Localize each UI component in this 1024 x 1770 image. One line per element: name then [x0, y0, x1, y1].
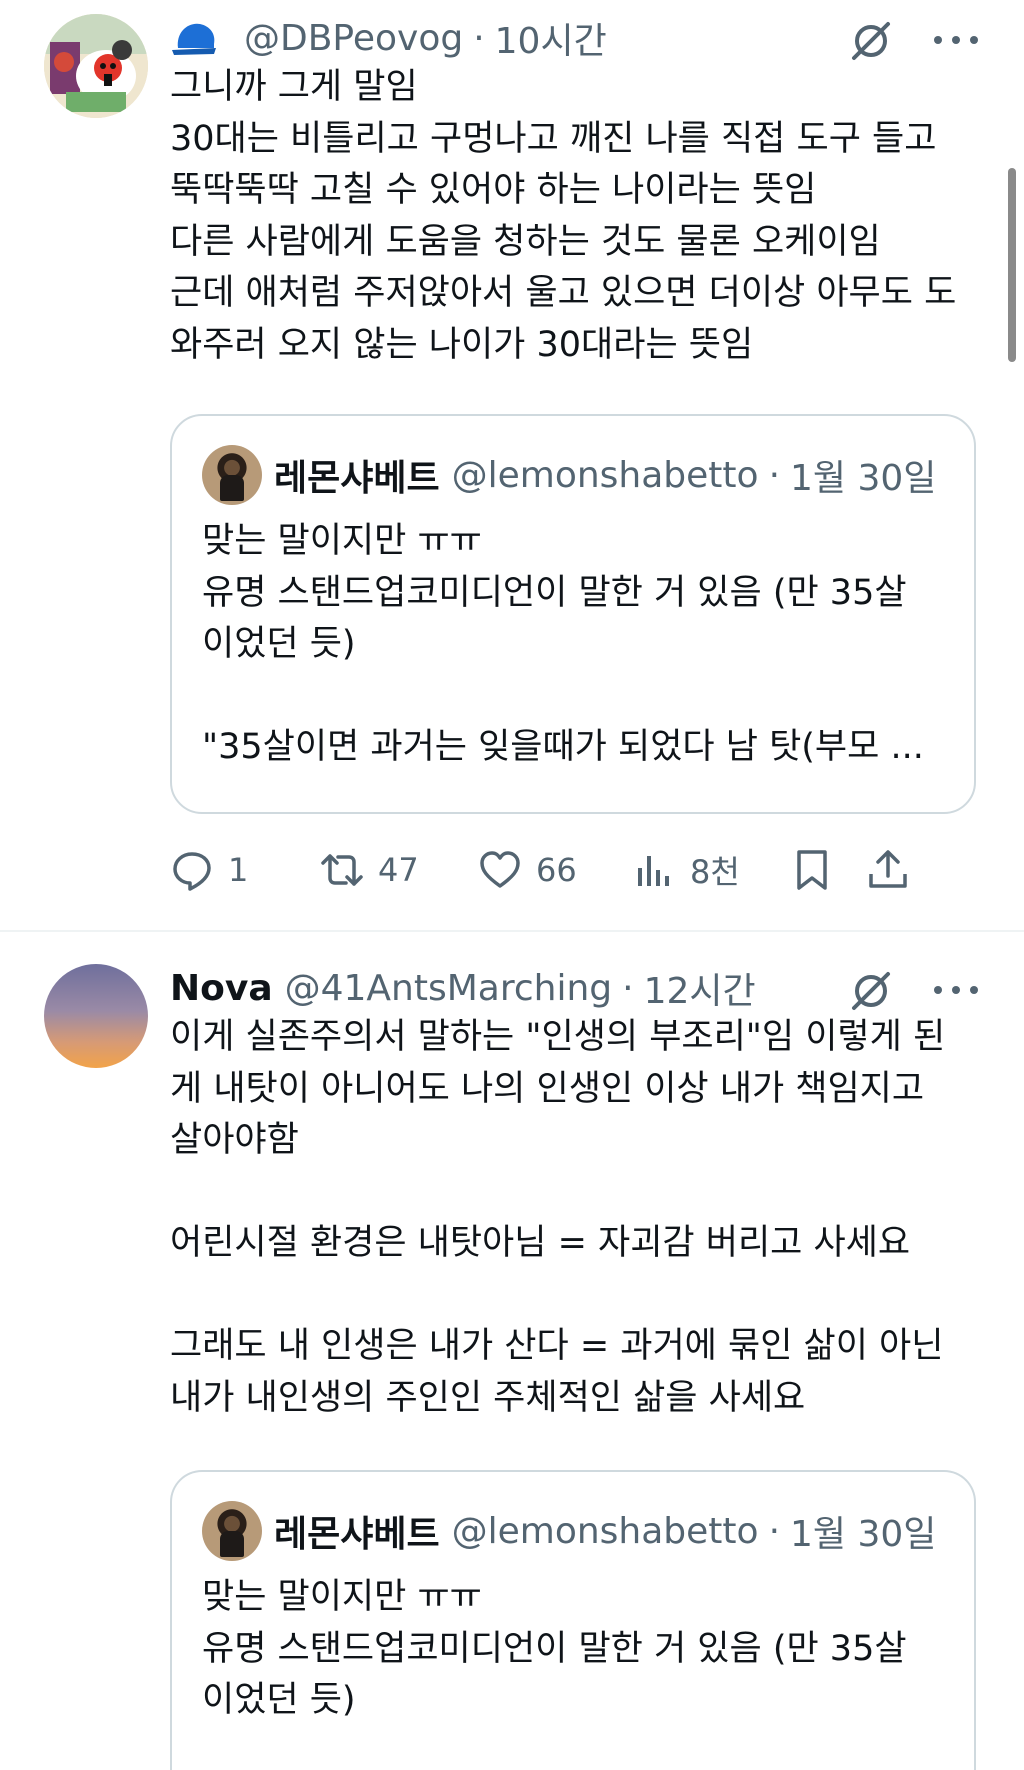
retweet-count: 47 — [378, 851, 419, 889]
author-avatar[interactable] — [44, 964, 148, 1068]
quoted-text-line: "35살이면 과거는 잊을때가 되었다 남 탓(부모 ... — [202, 727, 924, 767]
separator-dot: · — [768, 1510, 781, 1552]
tweet-body: 이게 실존주의서 말하는 "인생의 부조리"임 이렇게 된 게 내탓이 아니어도… — [170, 1012, 990, 1424]
author-handle[interactable]: @DBPeovog — [244, 18, 463, 59]
grok-icon[interactable] — [848, 18, 894, 64]
tweet-header: @DBPeovog · 10시간 — [170, 12, 607, 64]
quoted-author-display-name: 레몬샤베트 — [274, 1514, 440, 1555]
tweet-body-line: 내가 내인생의 주인인 주체적인 삶을 사세요 — [170, 1377, 806, 1418]
tweet-body-line: 그니까 그게 말임 — [170, 67, 418, 107]
separator-dot: · — [622, 967, 634, 1009]
quoted-author-avatar — [202, 1501, 262, 1561]
tweet-divider — [0, 930, 1024, 932]
quoted-text-line — [202, 671, 962, 723]
quoted-tweet-timestamp: 1월 30일 — [790, 458, 937, 499]
author-display-name[interactable]: Nova — [170, 968, 273, 1009]
separator-dot: · — [768, 454, 781, 496]
quoted-text-line: 유명 스탠드업코미디언이 말한 거 있음 (만 35살 — [202, 1628, 907, 1669]
tweet-body-line: 게 내탓이 아니어도 나의 인생인 이상 내가 책임지고 — [170, 1068, 925, 1109]
author-avatar[interactable] — [44, 14, 148, 118]
tweet-timestamp[interactable]: 10시간 — [495, 12, 607, 64]
grok-icon[interactable] — [848, 968, 894, 1014]
tweet-body: 그니까 그게 말임 30대는 비틀리고 구멍나고 깨진 나를 직접 도구 들고 … — [170, 62, 990, 371]
tweet-timestamp[interactable]: 12시간 — [644, 962, 756, 1014]
views-button[interactable]: 8천 — [632, 840, 740, 900]
quoted-author-handle: @lemonshabetto — [451, 1510, 759, 1552]
quoted-tweet[interactable]: 레몬샤베트 @lemonshabetto · 1월 30일 맞는 말이지만 ㅠㅠ… — [170, 414, 976, 814]
reply-count: 1 — [228, 851, 249, 889]
tweet-body-line — [170, 1167, 990, 1219]
quoted-tweet-text: 맞는 말이지만 ㅠㅠ 유명 스탠드업코미디언이 말한 거 있음 (만 35살 이… — [202, 1572, 962, 1727]
retweet-icon — [321, 854, 363, 886]
quoted-text-line: 이었던 듯) — [202, 1680, 356, 1720]
tweet-body-line: 30대는 비틀리고 구멍나고 깨진 나를 직접 도구 들고 — [170, 118, 937, 159]
reply-button[interactable]: 1 — [170, 840, 248, 900]
more-options-icon[interactable] — [934, 22, 978, 58]
quoted-text-line: 맞는 말이지만 ㅠㅠ — [202, 521, 482, 561]
heart-icon — [480, 851, 520, 888]
quoted-tweet-timestamp: 1월 30일 — [790, 1514, 937, 1555]
bookmark-button[interactable] — [790, 840, 848, 900]
illustrated-character-avatar-icon — [44, 14, 148, 118]
tweet-body-line: 뚝딱뚝딱 고칠 수 있어야 하는 나이라는 뜻임 — [170, 170, 817, 210]
quoted-text-line: 맞는 말이지만 ㅠㅠ — [202, 1577, 482, 1617]
quoted-author-handle: @lemonshabetto — [451, 454, 759, 496]
blue-cap-icon — [172, 23, 216, 55]
quoted-text-line: 이었던 듯) — [202, 624, 356, 664]
quoted-tweet-text: 맞는 말이지만 ㅠㅠ 유명 스탠드업코미디언이 말한 거 있음 (만 35살 이… — [202, 516, 962, 774]
quoted-author-avatar — [202, 445, 262, 505]
tweet-body-line: 다른 사람에게 도움을 청하는 것도 물론 오케이임 — [170, 221, 881, 262]
like-count: 66 — [536, 851, 577, 889]
quoted-tweet-header: 레몬샤베트 @lemonshabetto · 1월 30일 — [202, 1500, 936, 1562]
separator-dot: · — [473, 17, 485, 59]
reply-icon — [173, 852, 211, 891]
tweet-1[interactable]: @DBPeovog · 10시간 그니까 그게 말임 30대는 비틀리고 구멍나… — [0, 0, 1024, 930]
views-chart-icon — [638, 856, 669, 886]
tweet-body-line: 와주러 오지 않는 나이가 30대라는 뜻임 — [170, 324, 754, 365]
tweet-body-line — [170, 1270, 990, 1322]
like-button[interactable]: 66 — [478, 840, 577, 900]
tweet-actions: 1 47 66 8천 — [170, 840, 970, 900]
tweet-body-line: 근데 애처럼 주저앉아서 울고 있으면 더이상 아무도 도 — [170, 273, 957, 313]
share-button[interactable] — [866, 840, 924, 900]
bookmark-icon — [797, 850, 827, 890]
author-handle[interactable]: @41AntsMarching — [285, 968, 613, 1009]
more-options-icon[interactable] — [934, 972, 978, 1008]
quoted-tweet-header: 레몬샤베트 @lemonshabetto · 1월 30일 — [202, 444, 936, 506]
tweet-body-line: 어린시절 환경은 내탓아님 = 자괴감 버리고 사세요 — [170, 1223, 911, 1263]
tweet-body-line: 이게 실존주의서 말하는 "인생의 부조리"임 이렇게 된 — [170, 1017, 946, 1057]
retweet-button[interactable]: 47 — [320, 840, 419, 900]
quoted-author-display-name: 레몬샤베트 — [274, 458, 440, 499]
tweet-body-line: 그래도 내 인생은 내가 산다 = 과거에 묶인 삶이 아닌 — [170, 1326, 944, 1366]
scrollbar[interactable] — [1008, 168, 1016, 362]
tweet-body-line: 살아야함 — [170, 1120, 299, 1160]
view-count: 8천 — [690, 853, 740, 891]
tweet-header: Nova @41AntsMarching · 12시간 — [170, 962, 756, 1014]
quoted-text-line: 유명 스탠드업코미디언이 말한 거 있음 (만 35살 — [202, 572, 907, 613]
quoted-tweet[interactable]: 레몬샤베트 @lemonshabetto · 1월 30일 맞는 말이지만 ㅠㅠ… — [170, 1470, 976, 1770]
share-icon — [869, 850, 907, 888]
tweet-2[interactable]: Nova @41AntsMarching · 12시간 이게 실존주의서 말하는… — [0, 950, 1024, 1770]
